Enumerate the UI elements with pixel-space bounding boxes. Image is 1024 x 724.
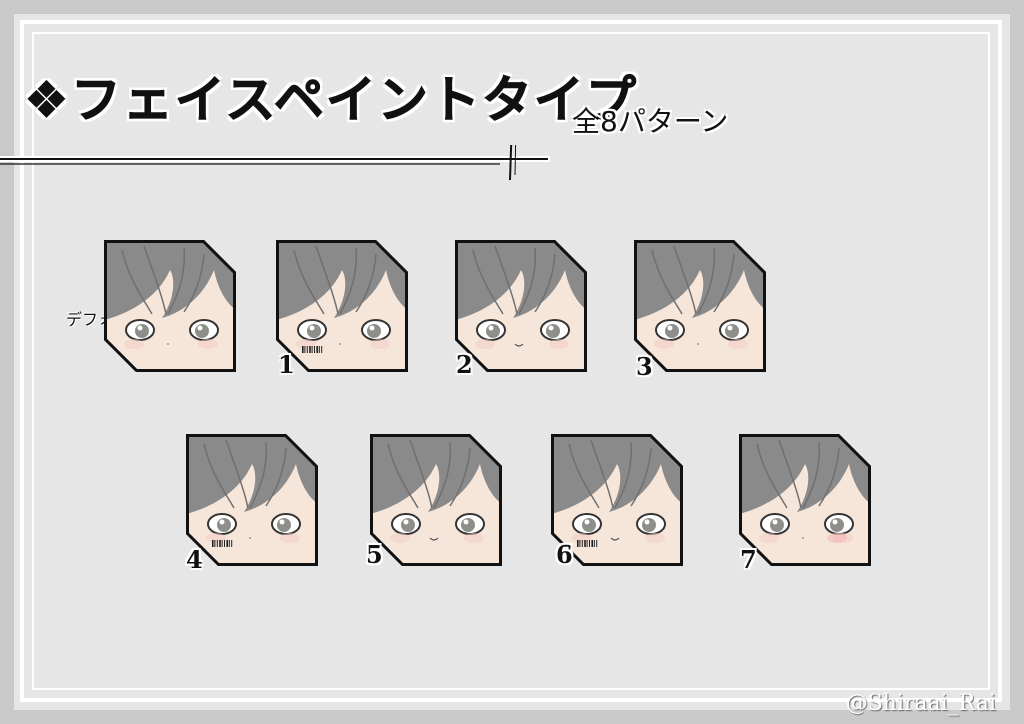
- face-label-1: 1: [278, 350, 295, 379]
- face-thumbnail: [739, 434, 871, 566]
- artist-credit: @Shiraai_Rai: [845, 691, 996, 716]
- face-label-4: 4: [186, 545, 203, 574]
- face-thumbnail: [455, 240, 587, 372]
- face-label-2: 2: [456, 350, 473, 379]
- title-underline: [0, 145, 550, 181]
- pattern-count: 全8パターン: [572, 105, 729, 138]
- face-thumbnail: [186, 434, 318, 566]
- page-title: ❖フェイスペイントタイプ: [24, 71, 638, 130]
- face-thumbnail: [104, 240, 236, 372]
- face-label-7: 7: [740, 545, 757, 574]
- face-thumbnail: [370, 434, 502, 566]
- face-thumbnail: [276, 240, 408, 372]
- face-label-3: 3: [636, 352, 653, 381]
- face-thumbnail: [634, 240, 766, 372]
- face-label-6: 6: [556, 540, 573, 569]
- face-label-5: 5: [366, 540, 383, 569]
